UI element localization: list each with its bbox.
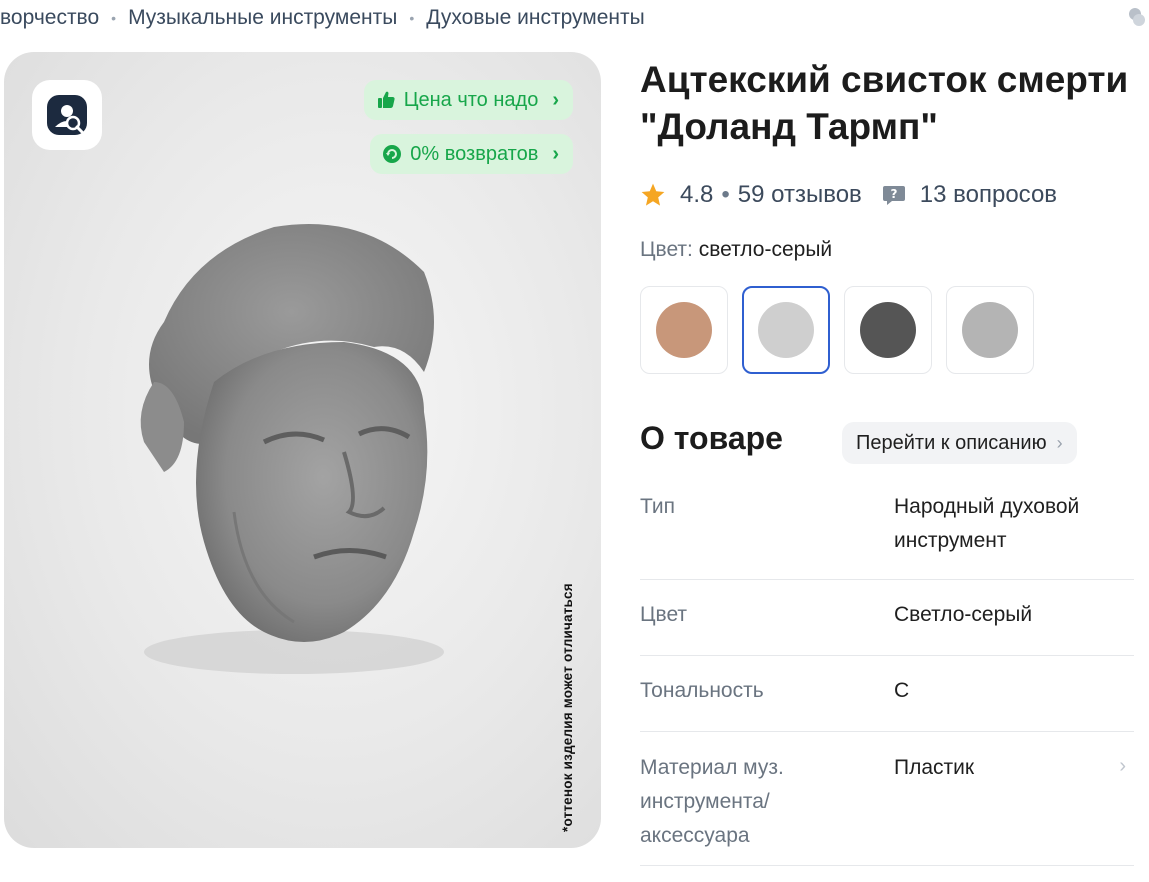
- product-sculpture-image: [140, 224, 444, 674]
- product-title: Ацтекский свисток смерти "Доланд Тармп": [640, 59, 1129, 147]
- color-disclaimer-note: *оттенок изделия может отличаться: [560, 583, 575, 832]
- spec-key: Материал муз. инструмента/ аксессуара: [640, 756, 784, 847]
- spec-value: Народный духовой инструмент: [894, 495, 1080, 552]
- svg-text:?: ?: [890, 187, 897, 201]
- question-icon: ?: [882, 186, 905, 205]
- chevron-right-icon: ›: [1056, 432, 1063, 453]
- promo-returns-label: 0% возвратов: [410, 142, 539, 165]
- breadcrumb-separator: •: [111, 10, 117, 26]
- breadcrumb-item-wind-instruments[interactable]: Духовые инструменты: [426, 6, 644, 30]
- swatch-gray[interactable]: [946, 286, 1034, 374]
- color-value: светло-серый: [698, 238, 833, 261]
- spec-row: Тип Народный духовой инструмент: [640, 490, 1134, 580]
- questions-link[interactable]: 13 вопросов: [920, 181, 1057, 209]
- return-icon: [383, 145, 402, 163]
- spec-row[interactable]: Материал муз. инструмента/ аксессуара Пл…: [640, 751, 1134, 866]
- promo-returns-badge[interactable]: 0% возвратов ›: [370, 134, 573, 174]
- chevron-right-icon: ›: [552, 142, 559, 165]
- spec-row: Тональность C: [640, 674, 1134, 732]
- color-label: Цвет:: [640, 238, 693, 261]
- rating-value: 4.8: [680, 181, 714, 208]
- app-search-logo-icon[interactable]: [32, 80, 102, 150]
- chevron-right-icon: ›: [552, 88, 559, 111]
- breadcrumb: ворчество • Музыкальные инструменты • Ду…: [0, 4, 645, 32]
- swatch-dark-gray[interactable]: [844, 286, 932, 374]
- star-icon: [641, 183, 665, 206]
- promo-price-label: Цена что надо: [403, 88, 539, 111]
- color-line: Цвет: светло-серый: [640, 238, 832, 262]
- swatch-circle: [860, 302, 916, 358]
- goto-description-label: Перейти к описанию: [856, 431, 1047, 454]
- rating-row: 4.8 • 59 отзывов ? 13 вопросов: [640, 178, 1057, 212]
- swatch-light-gray[interactable]: [742, 286, 830, 374]
- about-heading: О товаре: [640, 420, 783, 456]
- breadcrumb-item-crafts[interactable]: ворчество: [0, 6, 99, 30]
- compare-icon[interactable]: [1127, 6, 1147, 28]
- spec-value: Светло-серый: [894, 603, 1033, 626]
- spec-key: Тип: [640, 495, 676, 518]
- breadcrumb-item-musical-instruments[interactable]: Музыкальные инструменты: [128, 6, 397, 30]
- spec-key: Тональность: [640, 679, 764, 702]
- spec-value: Пластик: [894, 756, 975, 779]
- product-photo[interactable]: Цена что надо › 0% возвратов › *оттенок …: [4, 52, 601, 848]
- swatch-circle: [962, 302, 1018, 358]
- color-swatches: [640, 286, 1048, 374]
- swatch-beige[interactable]: [640, 286, 728, 374]
- breadcrumb-separator: •: [409, 10, 415, 26]
- thumbs-up-icon: [377, 91, 395, 108]
- swatch-circle: [656, 302, 712, 358]
- swatch-circle: [758, 302, 814, 358]
- spec-row: Цвет Светло-серый: [640, 598, 1134, 656]
- spec-value: C: [894, 679, 910, 702]
- rating-separator: •: [721, 181, 730, 208]
- reviews-link[interactable]: 59 отзывов: [738, 181, 862, 209]
- promo-price-badge[interactable]: Цена что надо ›: [363, 80, 573, 120]
- chevron-right-icon: ›: [1119, 755, 1126, 777]
- spec-key: Цвет: [640, 603, 688, 626]
- goto-description-button[interactable]: Перейти к описанию ›: [842, 422, 1077, 464]
